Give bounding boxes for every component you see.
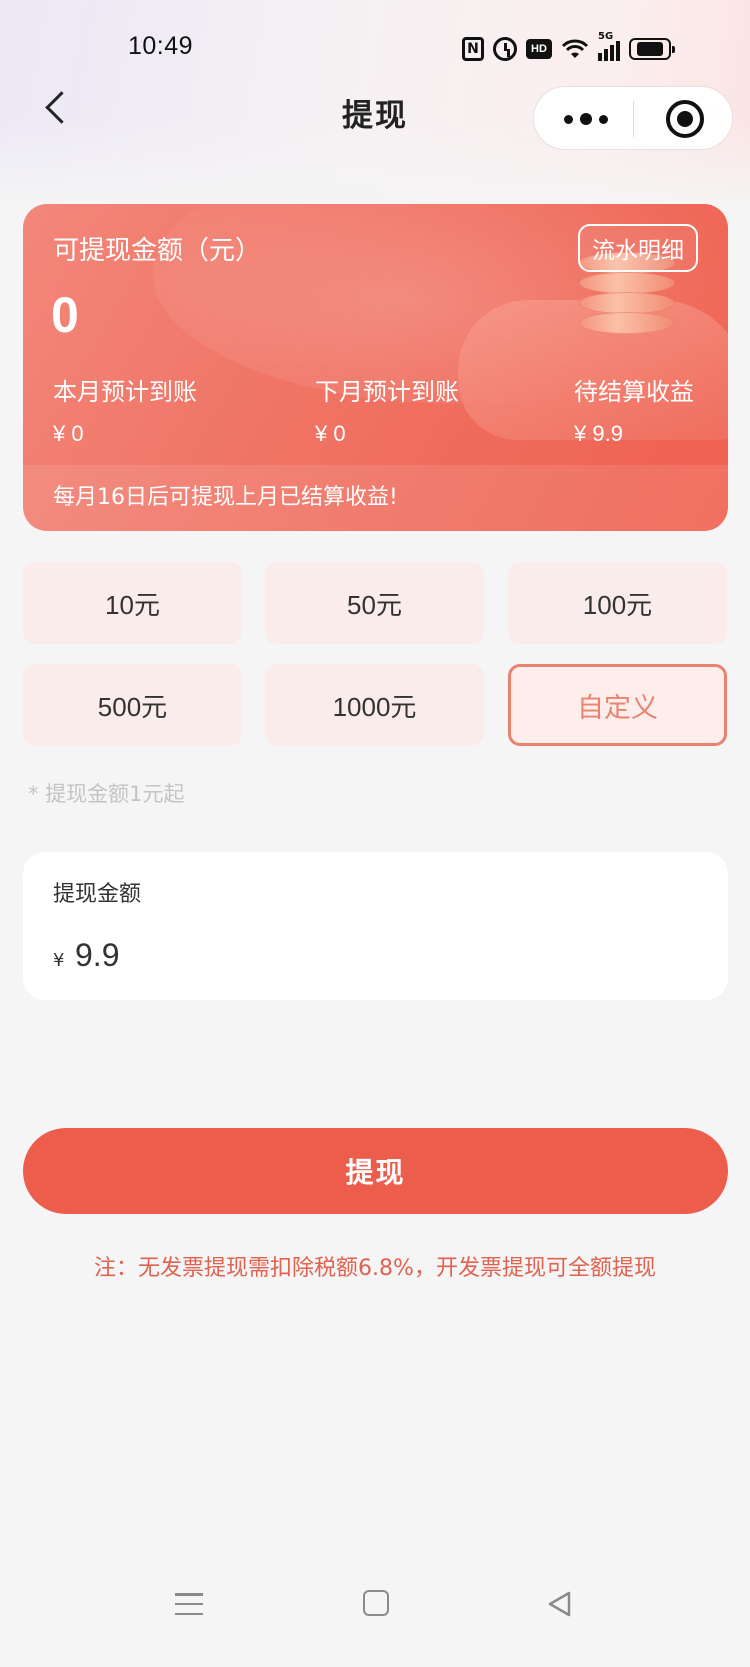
stat-value: ¥ 0 (315, 421, 346, 446)
tax-note: 注：无发票提现需扣除税额6.8%，开发票提现可全额提现 (94, 1256, 656, 1281)
status-bar: 10:49 N HD 5G (0, 0, 750, 96)
amount-option-custom[interactable]: 自定义 (508, 664, 727, 746)
hd-icon: HD (526, 39, 552, 59)
stat-value: ¥ 0 (53, 421, 84, 446)
target-close-icon[interactable] (666, 100, 704, 138)
amount-option-100[interactable]: 100元 (508, 562, 727, 644)
amount-option-10[interactable]: 10元 (23, 562, 242, 644)
stat-pending: 待结算收益 ¥ 9.9 (574, 372, 694, 447)
system-navigation-bar (0, 1590, 750, 1650)
minimum-amount-hint: * 提现金额1元起 (28, 782, 185, 806)
status-icons: N HD 5G (462, 31, 675, 64)
wifi-icon (561, 38, 589, 60)
signal-5g-icon: 5G (598, 31, 620, 61)
amount-option-500[interactable]: 500元 (23, 664, 242, 746)
stat-title: 本月预计到账 (53, 378, 197, 406)
stat-value: ¥ 9.9 (574, 421, 623, 446)
status-time: 10:49 (128, 32, 194, 60)
transaction-detail-button[interactable]: 流水明细 (578, 224, 698, 272)
network-type-label: 5G (598, 31, 614, 42)
capsule-divider (633, 101, 634, 137)
mini-program-capsule (533, 86, 733, 150)
amount-input-label: 提现金额 (53, 882, 142, 907)
menu-icon[interactable] (175, 1590, 203, 1618)
nfc-icon: N (462, 37, 484, 61)
amount-input[interactable] (75, 930, 675, 980)
stat-this-month: 本月预计到账 ¥ 0 (53, 372, 197, 447)
stat-title: 下月预计到账 (315, 378, 459, 406)
amount-option-1000[interactable]: 1000元 (265, 664, 484, 746)
amount-option-50[interactable]: 50元 (265, 562, 484, 644)
withdraw-button[interactable]: 提现 (23, 1128, 728, 1214)
amount-input-card: 提现金额 ¥ (23, 852, 728, 1000)
withdraw-rule-notice: 每月16日后可提现上月已结算收益! (23, 465, 728, 531)
alarm-icon (493, 37, 517, 61)
more-dots-icon[interactable] (564, 109, 608, 129)
currency-symbol: ¥ (53, 950, 65, 971)
balance-card: 可提现金额（元） 流水明细 0 本月预计到账 ¥ 0 下月预计到账 ¥ 0 待结… (23, 204, 728, 531)
stat-next-month: 下月预计到账 ¥ 0 (315, 372, 459, 447)
withdrawable-amount: 0 (51, 287, 79, 343)
withdrawable-label: 可提现金额（元） (53, 236, 262, 266)
home-square-icon[interactable] (363, 1590, 389, 1616)
battery-icon (629, 38, 675, 60)
back-triangle-icon[interactable] (546, 1590, 574, 1618)
stat-title: 待结算收益 (574, 378, 694, 406)
